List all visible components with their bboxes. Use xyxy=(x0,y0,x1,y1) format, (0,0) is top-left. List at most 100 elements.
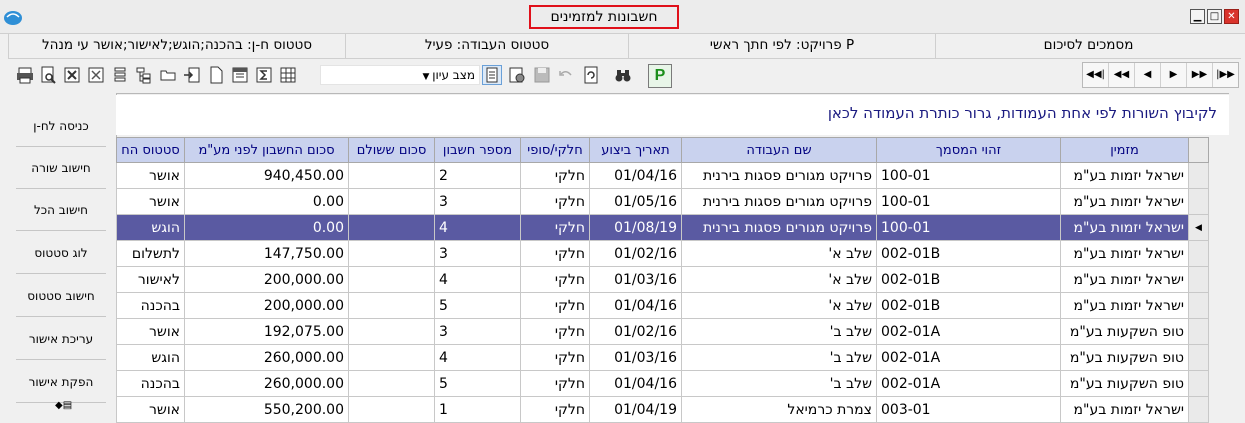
cell-work-name[interactable]: שלב ב' xyxy=(681,370,877,397)
cell-customer[interactable]: טופ השקעות בע"מ xyxy=(1060,370,1189,397)
cell-date[interactable]: 01/03/16 xyxy=(589,266,682,293)
refresh-icon[interactable] xyxy=(582,66,600,84)
cell-customer[interactable]: ישראל יזמות בע"מ xyxy=(1060,214,1189,241)
calc-row-button[interactable]: חישוב שורה xyxy=(16,148,106,189)
row-indicator[interactable] xyxy=(1188,292,1209,319)
cell-invoice-number[interactable]: 1 xyxy=(434,396,521,423)
cell-amount-before-vat[interactable]: 147,750.00 xyxy=(184,240,349,267)
cell-amount-before-vat[interactable]: 550,200.00 xyxy=(184,396,349,423)
cell-work-name[interactable]: שלב א' xyxy=(681,266,877,293)
cell-amount-before-vat[interactable]: 200,000.00 xyxy=(184,266,349,293)
cell-doc-id[interactable]: 003-01 xyxy=(876,396,1061,423)
maximize-button[interactable]: □ xyxy=(1207,9,1222,24)
cell-status[interactable]: אושר xyxy=(116,318,185,345)
row-indicator[interactable] xyxy=(1188,344,1209,371)
row-indicator[interactable] xyxy=(1188,396,1209,423)
cell-amount-before-vat[interactable]: 260,000.00 xyxy=(184,370,349,397)
table-row[interactable]: ישראל יזמות בע"מ 100-01 פרויקט מגורים פסגו… xyxy=(116,162,1209,189)
cell-invoice-number[interactable]: 3 xyxy=(434,318,521,345)
binoculars-icon[interactable] xyxy=(614,66,632,84)
cell-date[interactable]: 01/05/16 xyxy=(589,188,682,215)
details-icon[interactable] xyxy=(482,65,502,85)
row-indicator[interactable] xyxy=(1188,370,1209,397)
sum-icon[interactable] xyxy=(255,66,273,84)
cell-amount-before-vat[interactable]: 192,075.00 xyxy=(184,318,349,345)
table-row[interactable]: ◀ ישראל יזמות בע"מ 100-01 פרויקט מגורים פסג… xyxy=(116,214,1209,241)
status-log-button[interactable]: לוג סטטוס xyxy=(16,233,106,274)
cell-doc-id[interactable]: 002-01A xyxy=(876,370,1061,397)
issue-approval-button[interactable]: הפקת אישור xyxy=(16,362,106,403)
cell-work-name[interactable]: שלב ב' xyxy=(681,318,877,345)
cell-invoice-number[interactable]: 3 xyxy=(434,188,521,215)
new-doc-icon[interactable] xyxy=(207,66,225,84)
text-export-icon[interactable] xyxy=(87,66,105,84)
cell-amount-paid[interactable] xyxy=(348,344,435,371)
cell-amount-paid[interactable] xyxy=(348,266,435,293)
cell-amount-before-vat[interactable]: 0.00 xyxy=(184,188,349,215)
next-page-icon[interactable]: ▶▶ xyxy=(1186,63,1212,87)
cell-partial-final[interactable]: חלקי xyxy=(520,266,590,293)
cell-work-name[interactable]: שלב א' xyxy=(681,292,877,319)
cell-amount-paid[interactable] xyxy=(348,370,435,397)
cell-partial-final[interactable]: חלקי xyxy=(520,344,590,371)
cell-customer[interactable]: ישראל יזמות בע"מ xyxy=(1060,292,1189,319)
folder-icon[interactable] xyxy=(159,66,177,84)
calc-all-button[interactable]: חישוב הכל xyxy=(16,190,106,231)
settings-icon[interactable] xyxy=(508,66,526,84)
cell-invoice-number[interactable]: 4 xyxy=(434,344,521,371)
cell-doc-id[interactable]: 100-01 xyxy=(876,214,1061,241)
cell-partial-final[interactable]: חלקי xyxy=(520,214,590,241)
row-indicator[interactable]: ◀ xyxy=(1188,214,1209,241)
calc-status-button[interactable]: חישוב סטטוס xyxy=(16,276,106,317)
cell-status[interactable]: בהכנה xyxy=(116,370,185,397)
cell-amount-paid[interactable] xyxy=(348,318,435,345)
cell-customer[interactable]: ישראל יזמות בע"מ xyxy=(1060,240,1189,267)
cell-partial-final[interactable]: חלקי xyxy=(520,396,590,423)
close-button[interactable]: ✕ xyxy=(1224,9,1239,24)
cell-customer[interactable]: טופ השקעות בע"מ xyxy=(1060,344,1189,371)
cell-date[interactable]: 01/04/16 xyxy=(589,370,682,397)
table-row[interactable]: ישראל יזמות בע"מ 002-01B שלב א' 01/03/16 חלק… xyxy=(116,266,1209,293)
cell-work-name[interactable]: פרויקט מגורים פסגות בירנית xyxy=(681,214,877,241)
row-indicator[interactable] xyxy=(1188,162,1209,189)
cell-doc-id[interactable]: 100-01 xyxy=(876,188,1061,215)
more-icon[interactable]: ◆▤ xyxy=(55,400,72,411)
col-header-work-name[interactable]: שם העבודה xyxy=(681,137,877,163)
cell-work-name[interactable]: פרויקט מגורים פסגות בירנית xyxy=(681,162,877,189)
cell-doc-id[interactable]: 002-01B xyxy=(876,240,1061,267)
cell-amount-before-vat[interactable]: 940,450.00 xyxy=(184,162,349,189)
cell-customer[interactable]: ישראל יזמות בע"מ xyxy=(1060,266,1189,293)
columns-icon[interactable] xyxy=(111,66,129,84)
row-indicator[interactable] xyxy=(1188,318,1209,345)
cell-date[interactable]: 01/04/19 xyxy=(589,396,682,423)
cell-amount-paid[interactable] xyxy=(348,240,435,267)
next-icon[interactable]: ▶ xyxy=(1160,63,1186,87)
cell-status[interactable]: אושר xyxy=(116,188,185,215)
undo-icon[interactable] xyxy=(557,66,575,84)
p-button[interactable]: P xyxy=(648,64,672,88)
col-header-doc-id[interactable]: זהוי המסמך xyxy=(876,137,1061,163)
cell-doc-id[interactable]: 002-01A xyxy=(876,344,1061,371)
last-icon[interactable]: |▶▶ xyxy=(1212,63,1238,87)
col-header-customer[interactable]: מזמין xyxy=(1060,137,1189,163)
col-header-partial-final[interactable]: חלקי/סופי xyxy=(520,137,590,163)
edit-approval-button[interactable]: עריכת אישור xyxy=(16,319,106,360)
cell-customer[interactable]: ישראל יזמות בע"מ xyxy=(1060,162,1189,189)
cell-customer[interactable]: טופ השקעות בע"מ xyxy=(1060,318,1189,345)
grid-icon[interactable] xyxy=(279,66,297,84)
save-icon[interactable] xyxy=(533,66,551,84)
table-row[interactable]: ישראל יזמות בע"מ 002-01B שלב א' 01/04/16 חלק… xyxy=(116,292,1209,319)
table-row[interactable]: ישראל יזמות בע"מ 100-01 פרויקט מגורים פסגו… xyxy=(116,188,1209,215)
cell-invoice-number[interactable]: 5 xyxy=(434,370,521,397)
row-indicator[interactable] xyxy=(1188,240,1209,267)
cell-amount-before-vat[interactable]: 0.00 xyxy=(184,214,349,241)
cell-status[interactable]: הוגש xyxy=(116,214,185,241)
cell-work-name[interactable]: פרויקט מגורים פסגות בירנית xyxy=(681,188,877,215)
table-row[interactable]: טופ השקעות בע"מ 002-01A שלב ב' 01/04/16 חלקי… xyxy=(116,370,1209,397)
table-row[interactable]: ישראל יזמות בע"מ 002-01B שלב א' 01/02/16 חלק… xyxy=(116,240,1209,267)
first-icon[interactable]: ◀◀| xyxy=(1083,63,1108,87)
cell-customer[interactable]: ישראל יזמות בע"מ xyxy=(1060,396,1189,423)
print-icon[interactable] xyxy=(16,66,34,84)
cell-invoice-number[interactable]: 2 xyxy=(434,162,521,189)
enter-invoice-button[interactable]: כניסה לח-ן xyxy=(16,106,106,147)
